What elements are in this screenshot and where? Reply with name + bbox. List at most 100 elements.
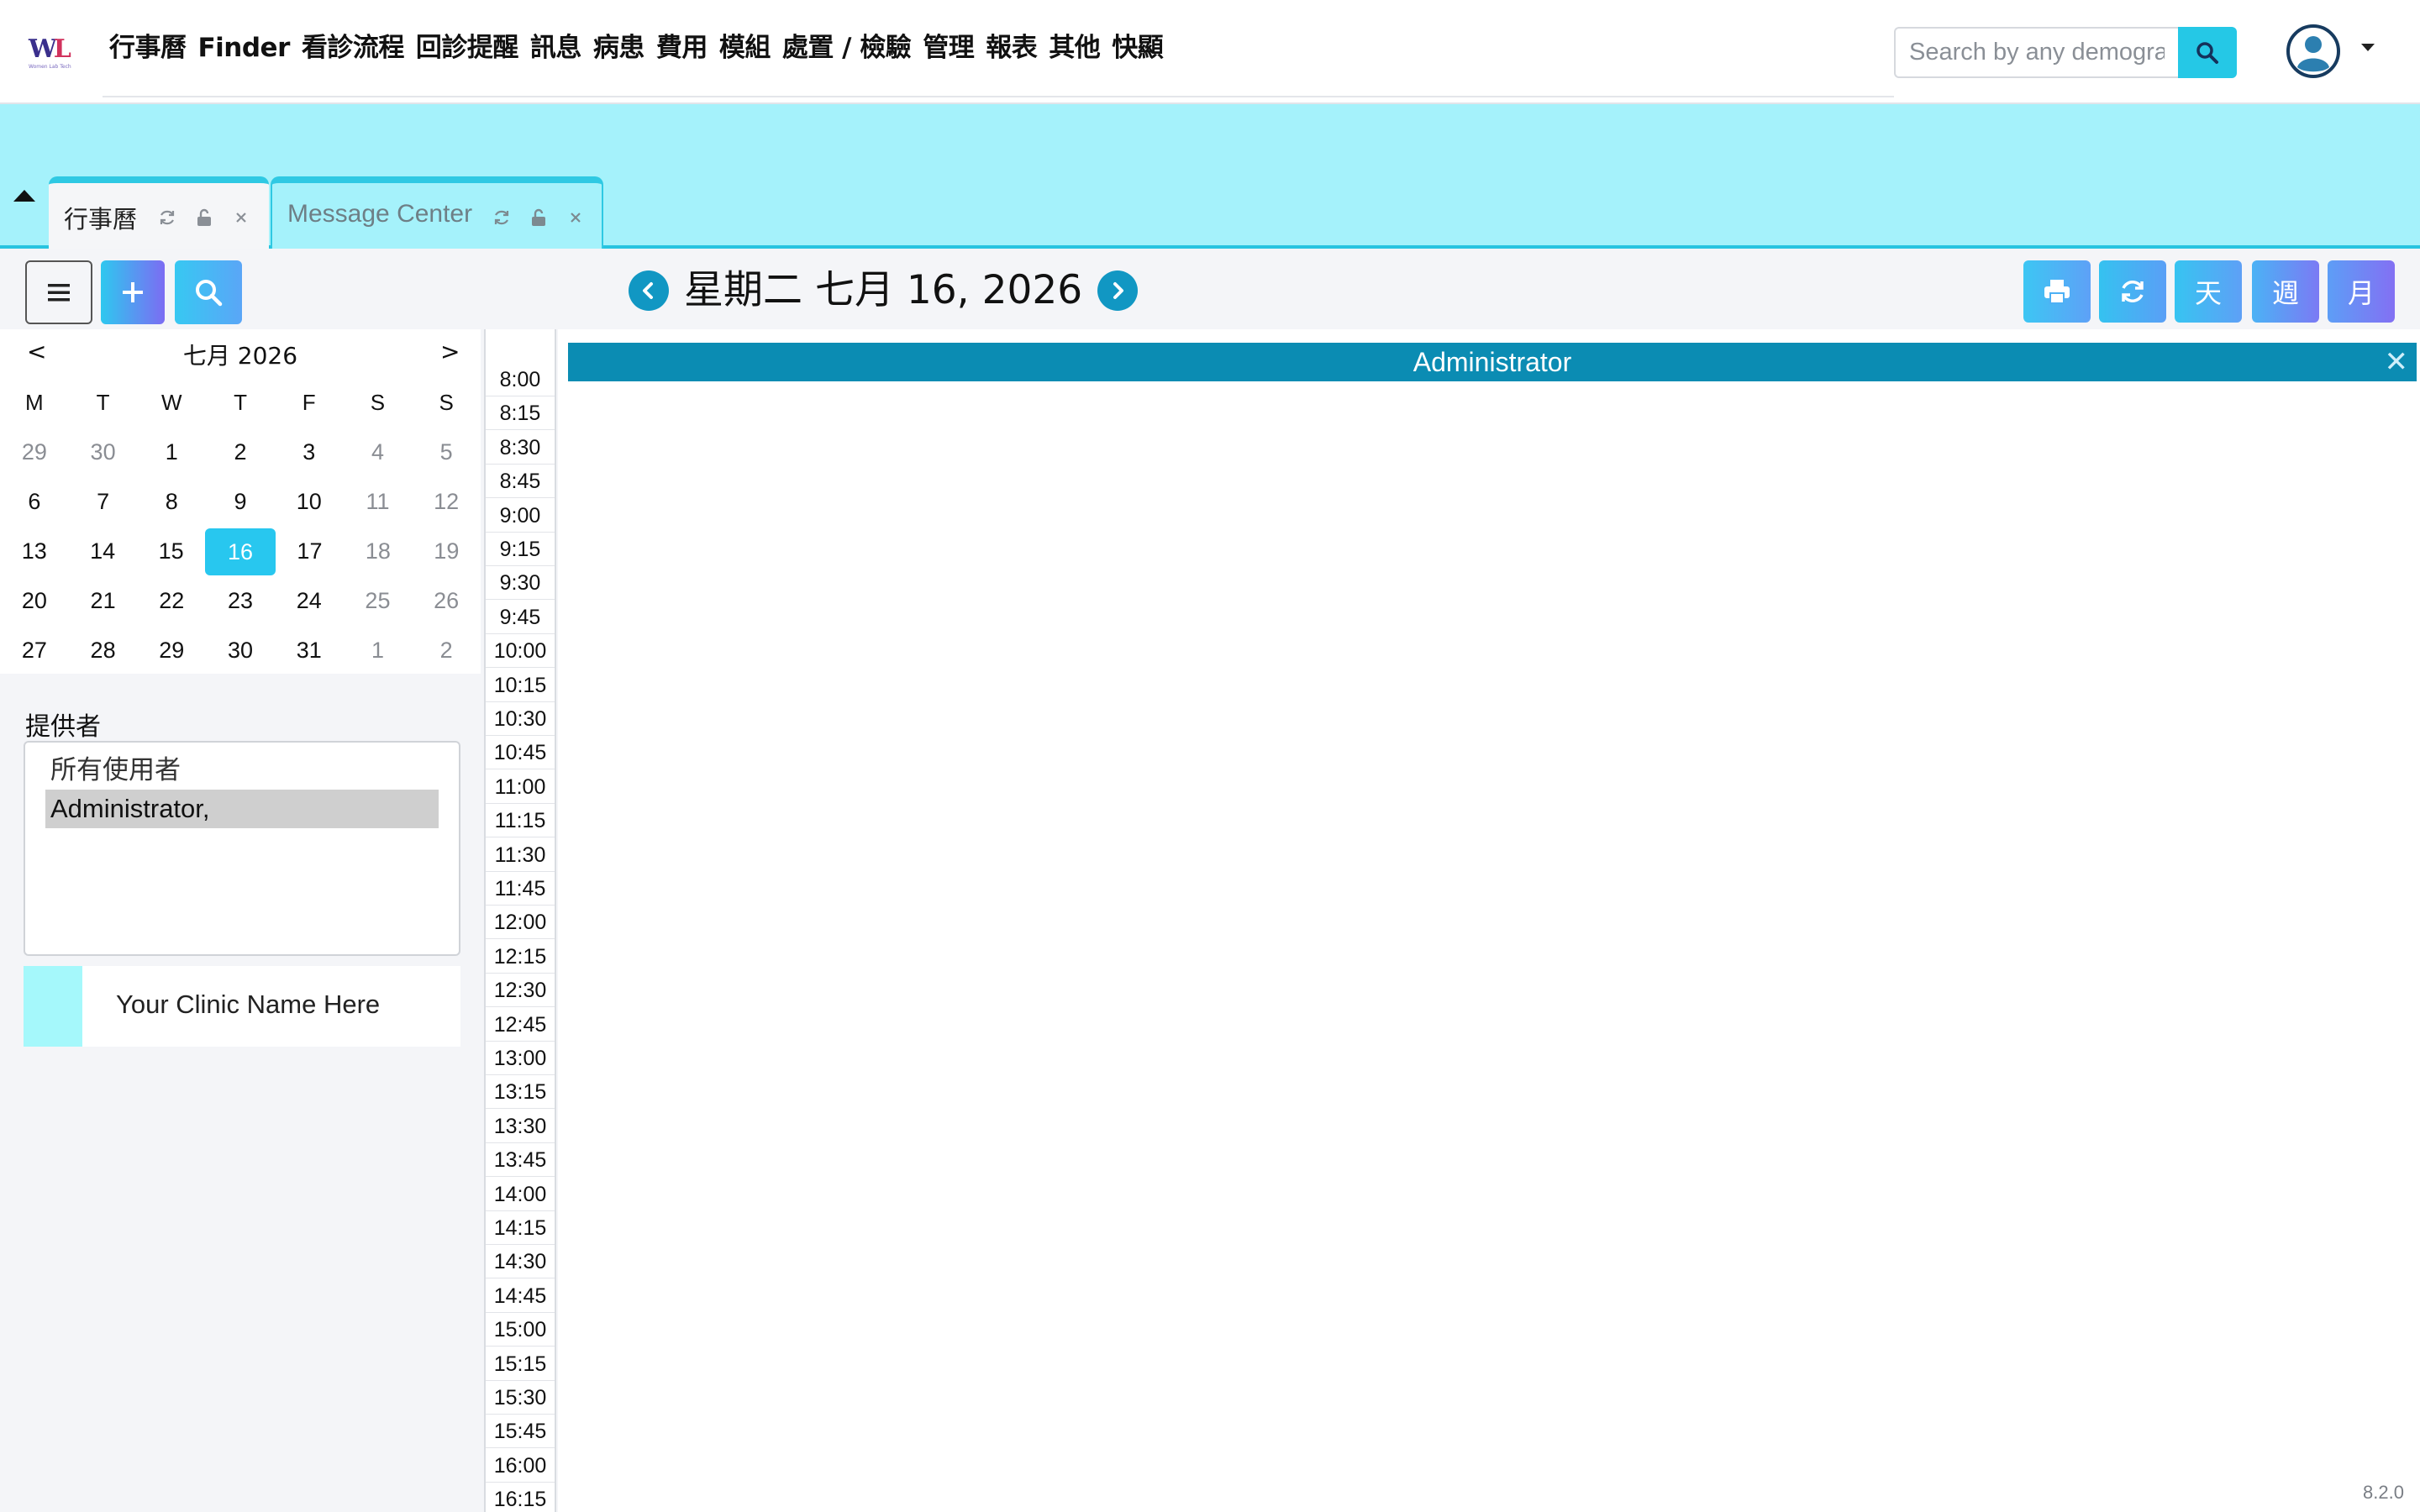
provider-option[interactable]: 所有使用者 [45,751,439,790]
refresh-calendar-button[interactable] [2099,260,2166,323]
mini-calendar-day[interactable]: 5 [412,439,481,465]
week-view-button[interactable]: 週 [2252,260,2319,323]
app-logo[interactable]: WL Women Lab Tech [29,37,76,74]
tab-message-center[interactable]: Message Center [271,176,603,249]
nav-item-1[interactable]: Finder [192,0,296,97]
mini-calendar-day[interactable]: 12 [412,489,481,515]
nav-item-5[interactable]: 病患 [587,0,650,97]
mini-calendar-day[interactable]: 8 [137,489,206,515]
nav-divider [1217,96,1894,97]
day-view-button[interactable]: 天 [2175,260,2242,323]
nav-item-7[interactable]: 模組 [713,0,776,97]
refresh-icon[interactable] [158,208,176,227]
mini-calendar-day[interactable]: 19 [413,538,481,564]
provider-option[interactable]: Administrator, [45,790,439,828]
hamburger-menu-icon [48,284,70,302]
mini-calendar-day[interactable]: 1 [344,638,413,664]
mini-calendar-day[interactable]: 2 [206,439,275,465]
nav-item-2[interactable]: 看診流程 [296,0,410,97]
mini-calendar-day[interactable]: 30 [206,638,275,664]
provider-select-list[interactable]: 所有使用者 Administrator, [24,741,460,956]
mini-calendar-day[interactable]: 21 [69,588,138,614]
mini-calendar-day[interactable]: 13 [0,538,68,564]
close-icon[interactable] [566,208,585,227]
mini-calendar-day[interactable]: 7 [69,489,138,515]
mini-calendar-day[interactable]: 15 [137,538,205,564]
time-slot-label: 15:45 [486,1415,555,1449]
close-column-icon[interactable]: ✕ [2385,343,2409,381]
time-slot-label: 13:30 [486,1110,555,1143]
time-slot-label: 16:00 [486,1449,555,1483]
time-slot-label: 10:30 [486,702,555,736]
mini-calendar-day[interactable]: 11 [344,489,413,515]
nav-item-4[interactable]: 訊息 [524,0,587,97]
time-slot-label: 15:15 [486,1347,555,1381]
clinic-name: Your Clinic Name Here [116,990,381,1019]
tab-calendar[interactable]: 行事曆 [49,176,269,249]
mini-calendar-day[interactable]: 4 [344,439,413,465]
mini-calendar-day[interactable]: 17 [276,538,344,564]
mini-calendar-day[interactable]: 10 [275,489,344,515]
schedule-grid[interactable]: Administrator ✕ [558,329,2420,1512]
tab-message-center-label: Message Center [287,200,473,228]
mini-calendar-day[interactable]: 3 [275,439,344,465]
mini-calendar-day[interactable]: 26 [412,588,481,614]
mini-calendar-week-row: 20 21 22 23 24 25 26 [0,576,481,626]
time-slot-label: 11:00 [486,770,555,804]
user-circle-icon[interactable] [2286,24,2341,79]
unlock-icon[interactable] [195,208,213,227]
user-menu-caret-icon[interactable] [2361,44,2375,51]
time-slot-label: 12:45 [486,1008,555,1042]
mini-calendar-day[interactable]: 2 [412,638,481,664]
previous-day-button[interactable] [629,270,669,311]
weekday-label: T [96,390,110,415]
mini-calendar-day[interactable]: 20 [0,588,69,614]
mini-calendar-day[interactable]: 25 [344,588,413,614]
mini-calendar-day[interactable]: 29 [0,439,69,465]
mini-calendar-day[interactable]: 28 [69,638,138,664]
mini-calendar-day[interactable]: 30 [69,439,138,465]
mini-calendar-day[interactable]: 18 [344,538,412,564]
mini-calendar-day[interactable]: 6 [0,489,69,515]
mini-calendar-day[interactable]: 31 [275,638,344,664]
nav-item-12[interactable]: 快顯 [1106,0,1169,97]
nav-item-9[interactable]: 管理 [917,0,980,97]
time-slot-label: 12:00 [486,906,555,940]
mini-calendar-day[interactable]: 9 [206,489,275,515]
toggle-sidebar-button[interactable] [25,260,92,324]
mini-calendar-week-row: 13 14 15 16 17 18 19 [0,527,481,576]
nav-item-8[interactable]: 處置 / 檢驗 [776,0,917,97]
mini-calendar-day[interactable]: 23 [206,588,275,614]
next-day-button[interactable] [1097,270,1139,311]
unlock-icon[interactable] [529,208,548,227]
nav-item-0[interactable]: 行事曆 [103,0,192,97]
add-appointment-button[interactable] [101,260,165,324]
time-slot-label: 11:45 [486,872,555,906]
patient-search-input[interactable] [1896,29,2178,76]
patient-search-field[interactable] [1894,27,2178,78]
mini-calendar-day[interactable]: 22 [137,588,206,614]
nav-item-6[interactable]: 費用 [650,0,713,97]
mini-calendar-day[interactable]: 27 [0,638,69,664]
mini-calendar-day-selected[interactable]: 16 [205,528,276,575]
refresh-icon[interactable] [492,208,511,227]
nav-item-3[interactable]: 回診提醒 [410,0,524,97]
find-appointment-button[interactable] [175,260,242,324]
mini-calendar-day[interactable]: 24 [275,588,344,614]
nav-item-10[interactable]: 報表 [980,0,1043,97]
mini-calendar-next-month[interactable]: > [440,338,460,365]
collapse-up-icon[interactable] [12,186,37,203]
search-button[interactable] [2178,27,2237,78]
time-slot-label: 14:45 [486,1279,555,1313]
mini-calendar-day[interactable]: 1 [137,439,206,465]
time-slot-label: 9:00 [486,499,555,533]
nav-item-11[interactable]: 其他 [1043,0,1106,97]
close-icon[interactable] [232,208,250,227]
mini-calendar-day[interactable]: 29 [137,638,206,664]
mini-calendar-day[interactable]: 14 [68,538,136,564]
print-button[interactable] [2023,260,2091,323]
time-slot-column: 8:00 8:15 8:30 8:45 9:00 9:15 9:30 9:45 10:00 10:… [484,329,556,1512]
time-slot-label: 14:00 [486,1178,555,1211]
month-view-button[interactable]: 月 [2328,260,2395,323]
main-menu: 行事曆 Finder 看診流程 回診提醒 訊息 病患 費用 模組 處置 / 檢驗 管理 報表 其他 快顯 [103,0,1217,97]
